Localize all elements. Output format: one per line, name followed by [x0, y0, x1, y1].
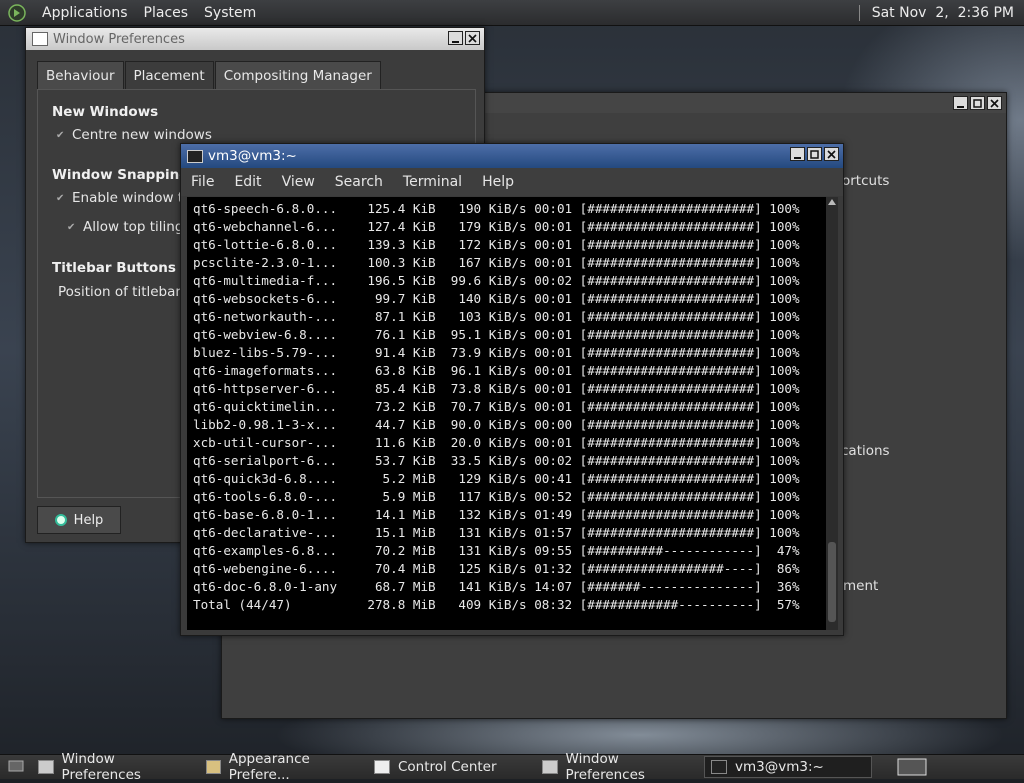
- minimize-button[interactable]: [953, 96, 968, 110]
- workspace-icon: [897, 758, 927, 776]
- minimize-button[interactable]: [448, 31, 463, 45]
- checkmark-icon: ✔: [56, 192, 65, 204]
- terminal-line: qt6-serialport-6... 53.7 KiB 33.5 KiB/s …: [193, 453, 800, 468]
- control-center-item-shortcuts[interactable]: ortcuts: [842, 173, 889, 189]
- menu-help[interactable]: Help: [472, 174, 524, 190]
- terminal-line: qt6-quick3d-6.8.... 5.2 MiB 129 KiB/s 00…: [193, 471, 800, 486]
- panel-separator: [858, 4, 862, 21]
- allow-top-tiling-label: Allow top tiling: [83, 219, 184, 235]
- terminal-line: qt6-examples-6.8... 70.2 MiB 131 KiB/s 0…: [193, 543, 800, 558]
- terminal-line: qt6-declarative-... 15.1 MiB 131 KiB/s 0…: [193, 525, 800, 540]
- show-desktop-icon: [8, 760, 24, 772]
- menu-file[interactable]: File: [181, 174, 224, 190]
- control-center-item-management[interactable]: ment: [843, 578, 878, 594]
- titlebar-position-label: Position of titlebar b: [58, 284, 194, 300]
- terminal-line: xcb-util-cursor-... 11.6 KiB 20.0 KiB/s …: [193, 435, 800, 450]
- taskbar-item-appearance-preferences[interactable]: Appearance Prefere...: [200, 751, 368, 783]
- allow-top-tiling-checkbox[interactable]: ✔ Allow top tiling: [67, 219, 183, 235]
- taskbar-item-window-preferences-2[interactable]: Window Preferences: [536, 751, 704, 783]
- menu-edit[interactable]: Edit: [224, 174, 271, 190]
- checkmark-icon: ✔: [67, 221, 76, 233]
- new-windows-heading: New Windows: [52, 104, 159, 120]
- terminal-line: pcsclite-2.3.0-1... 100.3 KiB 167 KiB/s …: [193, 255, 800, 270]
- terminal-icon: [711, 760, 727, 774]
- checkmark-icon: ✔: [56, 129, 65, 141]
- enable-window-tiling-label: Enable window tili: [72, 190, 195, 206]
- terminal-line: libb2-0.98.1-3-x... 44.7 KiB 90.0 KiB/s …: [193, 417, 800, 432]
- terminal-line: Total (44/47) 278.8 MiB 409 KiB/s 08:32 …: [193, 597, 800, 612]
- terminal-line: qt6-networkauth-... 87.1 KiB 103 KiB/s 0…: [193, 309, 800, 324]
- clock[interactable]: Sat Nov 2, 2:36 PM: [872, 5, 1024, 21]
- terminal-output[interactable]: qt6-speech-6.8.0... 125.4 KiB 190 KiB/s …: [187, 197, 827, 630]
- terminal-line: qt6-webchannel-6... 127.4 KiB 179 KiB/s …: [193, 219, 800, 234]
- help-icon: [54, 514, 67, 526]
- terminal-line: qt6-imageformats... 63.8 KiB 96.1 KiB/s …: [193, 363, 800, 378]
- terminal-line: qt6-lottie-6.8.0... 139.3 KiB 172 KiB/s …: [193, 237, 800, 252]
- close-button[interactable]: [465, 31, 480, 45]
- terminal-line: qt6-tools-6.8.0-... 5.9 MiB 117 KiB/s 00…: [193, 489, 800, 504]
- taskbar-label: vm3@vm3:~: [735, 759, 824, 775]
- menu-view[interactable]: View: [272, 174, 325, 190]
- terminal-line: qt6-httpserver-6... 85.4 KiB 73.8 KiB/s …: [193, 381, 800, 396]
- terminal-line: qt6-base-6.8.0-1... 14.1 MiB 132 KiB/s 0…: [193, 507, 800, 522]
- window-snapping-heading: Window Snapping: [52, 167, 189, 183]
- terminal-line: bluez-libs-5.79-... 91.4 KiB 73.9 KiB/s …: [193, 345, 800, 360]
- terminal-title: vm3@vm3:~: [208, 148, 297, 164]
- tab-behaviour[interactable]: Behaviour: [37, 61, 124, 90]
- window-preferences-titlebar[interactable]: Window Preferences: [26, 28, 484, 50]
- terminal-line: qt6-websockets-6... 99.7 KiB 140 KiB/s 0…: [193, 291, 800, 306]
- applications-menu[interactable]: Applications: [34, 5, 136, 21]
- terminal-line: qt6-doc-6.8.0-1-any 68.7 MiB 141 KiB/s 1…: [193, 579, 800, 594]
- terminal-line: qt6-multimedia-f... 196.5 KiB 99.6 KiB/s…: [193, 273, 800, 288]
- control-center-icon: [374, 760, 390, 774]
- taskbar: Window Preferences Appearance Prefere...…: [0, 751, 1024, 783]
- centre-new-windows-checkbox[interactable]: ✔ Centre new windows: [56, 127, 212, 143]
- window-title: Window Preferences: [53, 31, 185, 47]
- tab-placement[interactable]: Placement: [124, 61, 214, 90]
- minimize-button[interactable]: [790, 147, 805, 161]
- enable-window-tiling-checkbox[interactable]: ✔ Enable window tili: [56, 190, 194, 206]
- tab-compositing-manager[interactable]: Compositing Manager: [214, 61, 381, 90]
- terminal-menubar: File Edit View Search Terminal Help: [181, 168, 843, 196]
- scrollbar-thumb[interactable]: [828, 542, 836, 622]
- taskbar-label: Window Preferences: [61, 751, 141, 783]
- terminal-line: qt6-webengine-6.... 70.4 MiB 125 KiB/s 0…: [193, 561, 800, 576]
- distro-logo-icon[interactable]: [8, 3, 26, 22]
- preferences-tabs: Behaviour Placement Compositing Manager: [37, 61, 382, 90]
- taskbar-label: Appearance Prefere...: [228, 751, 310, 783]
- taskbar-item-window-preferences[interactable]: Window Preferences: [32, 751, 200, 783]
- centre-new-windows-label: Centre new windows: [72, 127, 212, 143]
- window-icon: [32, 32, 48, 46]
- help-button[interactable]: Help: [37, 506, 121, 534]
- taskbar-item-control-center[interactable]: Control Center: [368, 756, 536, 778]
- menu-terminal[interactable]: Terminal: [393, 174, 472, 190]
- titlebar-buttons-heading: Titlebar Buttons: [52, 260, 176, 276]
- places-menu[interactable]: Places: [136, 5, 197, 21]
- close-button[interactable]: [987, 96, 1002, 110]
- maximize-button[interactable]: [970, 96, 985, 110]
- taskbar-label: Window Preferences: [565, 751, 645, 783]
- window-icon: [38, 760, 54, 774]
- window-icon: [542, 760, 558, 774]
- help-label: Help: [73, 512, 104, 528]
- terminal-line: qt6-webview-6.8.... 76.1 KiB 95.1 KiB/s …: [193, 327, 800, 342]
- terminal-scrollbar[interactable]: [826, 197, 838, 630]
- close-button[interactable]: [824, 147, 839, 161]
- system-menu[interactable]: System: [196, 5, 264, 21]
- taskbar-item-terminal[interactable]: vm3@vm3:~: [704, 756, 872, 778]
- menu-search[interactable]: Search: [325, 174, 393, 190]
- show-desktop-button[interactable]: [0, 756, 32, 778]
- terminal-line: qt6-speech-6.8.0... 125.4 KiB 190 KiB/s …: [193, 201, 800, 216]
- control-center-item-applications[interactable]: cations: [841, 443, 890, 459]
- maximize-button[interactable]: [807, 147, 822, 161]
- terminal-line: qt6-quicktimelin... 73.2 KiB 70.7 KiB/s …: [193, 399, 800, 414]
- top-panel: Applications Places System Sat Nov 2, 2:…: [0, 0, 1024, 26]
- workspace-switcher[interactable]: [872, 756, 952, 778]
- terminal-window[interactable]: vm3@vm3:~ File Edit View Search Terminal…: [180, 143, 844, 636]
- appearance-icon: [206, 760, 221, 774]
- terminal-icon: [187, 149, 203, 163]
- terminal-titlebar[interactable]: vm3@vm3:~: [181, 144, 843, 168]
- taskbar-label: Control Center: [398, 759, 497, 775]
- scroll-up-arrow-icon[interactable]: [826, 197, 838, 207]
